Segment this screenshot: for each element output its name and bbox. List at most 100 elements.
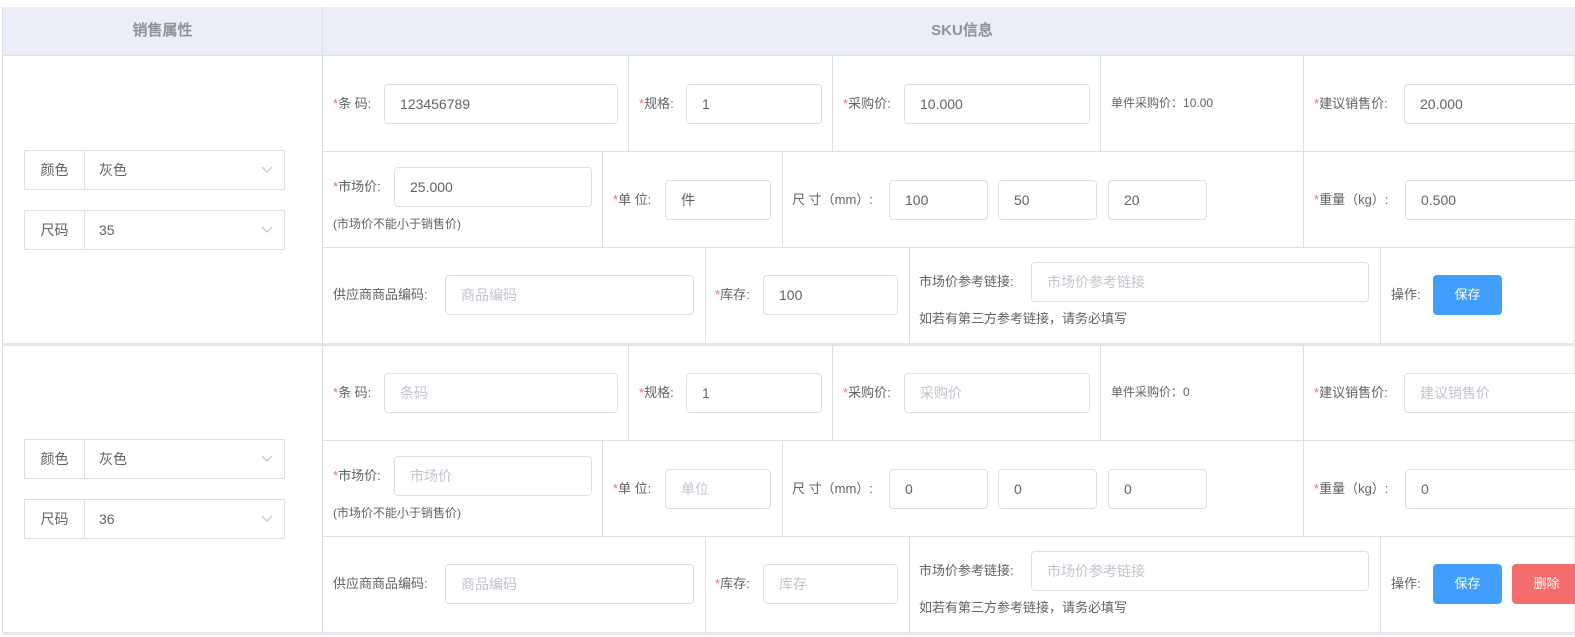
attr-value: 灰色	[99, 162, 127, 178]
weight-label: *重量（kg）:	[1314, 479, 1388, 499]
header-bottom-border	[3, 55, 1575, 56]
delete-button[interactable]: 删除	[1512, 564, 1575, 604]
market-price-input[interactable]: 25.000	[394, 167, 592, 207]
ops-label: 操作:	[1391, 285, 1421, 305]
market-price-note: (市场价不能小于销售价)	[333, 217, 461, 231]
cell-divider	[1303, 152, 1304, 247]
ref-link-note: 如若有第三方参考链接，请务必填写	[919, 600, 1128, 615]
suggested-price-label: *建议销售价:	[1314, 383, 1388, 403]
purchase-price-label: *采购价:	[843, 94, 891, 114]
chevron-down-icon	[260, 159, 274, 179]
stock-label: *库存:	[715, 285, 750, 305]
size-length-input[interactable]: 100	[889, 180, 988, 220]
suggested-price-input[interactable]: 20.000	[1404, 84, 1575, 124]
spec-label-text: 规格:	[644, 96, 674, 111]
header-sales-attrs-label: 销售属性	[132, 22, 193, 39]
weight-label-text: 重量（kg）:	[1319, 192, 1389, 207]
ref-link-input[interactable]: 市场价参考链接	[1031, 551, 1369, 591]
unit-purchase-price-label: 单件采购价：	[1111, 96, 1184, 110]
market-price-input[interactable]: 市场价	[394, 456, 592, 496]
unit-label-text: 单 位:	[618, 192, 652, 207]
barcode-label-text: 条 码:	[338, 96, 372, 111]
supplier-code-label: 供应商商品编码:	[333, 574, 428, 594]
attr-select-0[interactable]: 颜色 灰色	[24, 150, 285, 190]
barcode-input[interactable]: 条码	[384, 373, 618, 413]
row-divider	[322, 56, 323, 344]
size-length-input[interactable]: 0	[889, 469, 988, 509]
ops-label-text: 操作:	[1391, 287, 1421, 302]
supplier-code-label-text: 供应商商品编码:	[333, 576, 428, 591]
cell-divider	[628, 56, 629, 151]
row-bottom-border	[3, 343, 1575, 346]
barcode-input[interactable]: 123456789	[384, 84, 618, 124]
ref-link-note: 如若有第三方参考链接，请务必填写	[919, 311, 1128, 326]
cell-divider	[602, 152, 603, 247]
unit-input[interactable]: 件	[665, 180, 771, 220]
size-height-input[interactable]: 0	[1108, 469, 1207, 509]
cell-divider	[1303, 56, 1304, 151]
header-sales-attrs: 销售属性	[3, 7, 322, 55]
attr-select-0[interactable]: 颜色 灰色	[24, 439, 285, 479]
ops-label-text: 操作:	[1391, 576, 1421, 591]
cell-divider	[909, 248, 910, 344]
weight-input[interactable]: 0.500	[1405, 180, 1575, 220]
cell-divider	[705, 537, 706, 633]
unit-label: *单 位:	[613, 479, 651, 499]
purchase-price-label: *采购价:	[843, 383, 891, 403]
cell-divider	[1100, 345, 1101, 440]
purchase-price-input[interactable]: 采购价	[904, 373, 1090, 413]
size-label-text: 尺 寸（mm）:	[792, 481, 873, 496]
market-price-label-text: 市场价:	[338, 179, 381, 194]
ref-link-input[interactable]: 市场价参考链接	[1031, 262, 1369, 302]
spec-input[interactable]: 1	[686, 373, 822, 413]
unit-purchase-price-label: 单件采购价：	[1111, 385, 1184, 399]
supplier-code-input[interactable]: 商品编码	[445, 275, 694, 315]
spec-label-text: 规格:	[644, 385, 674, 400]
stock-label: *库存:	[715, 574, 750, 594]
stock-input[interactable]: 100	[763, 275, 898, 315]
stock-input[interactable]: 库存	[763, 564, 898, 604]
size-width-input[interactable]: 50	[998, 180, 1097, 220]
sub-row-border	[323, 247, 1575, 248]
attr-select-1[interactable]: 尺码 36	[24, 499, 285, 539]
header-sku-info-label: SKU信息	[931, 22, 993, 39]
header-sku-info: SKU信息	[323, 7, 1575, 55]
unit-label: *单 位:	[613, 190, 651, 210]
market-price-label: *市场价:	[333, 466, 381, 486]
suggested-price-label-text: 建议销售价:	[1319, 385, 1388, 400]
chevron-down-icon	[260, 508, 274, 528]
suggested-price-input[interactable]: 建议销售价	[1404, 373, 1575, 413]
cell-divider	[782, 152, 783, 247]
supplier-code-label-text: 供应商商品编码:	[333, 287, 428, 302]
size-height-input[interactable]: 20	[1108, 180, 1207, 220]
unit-purchase-price: 单件采购价：0	[1111, 382, 1190, 402]
cell-divider	[628, 345, 629, 440]
purchase-price-input[interactable]: 10.000	[904, 84, 1090, 124]
spec-input[interactable]: 1	[686, 84, 822, 124]
cell-divider	[832, 345, 833, 440]
barcode-label-text: 条 码:	[338, 385, 372, 400]
attr-name: 尺码	[25, 500, 85, 538]
supplier-code-input[interactable]: 商品编码	[445, 564, 694, 604]
save-button[interactable]: 保存	[1433, 564, 1502, 604]
spec-label: *规格:	[639, 383, 674, 403]
size-width-input[interactable]: 0	[998, 469, 1097, 509]
suggested-price-label: *建议销售价:	[1314, 94, 1388, 114]
ref-link-label: 市场价参考链接:	[919, 561, 1014, 581]
attr-value: 灰色	[99, 451, 127, 467]
row-bottom-border	[3, 632, 1575, 635]
barcode-label: *条 码:	[333, 383, 371, 403]
ref-link-label-text: 市场价参考链接:	[919, 563, 1014, 578]
market-price-note: (市场价不能小于销售价)	[333, 506, 461, 520]
attr-select-1[interactable]: 尺码 35	[24, 210, 285, 250]
barcode-label: *条 码:	[333, 94, 371, 114]
save-button[interactable]: 保存	[1433, 275, 1502, 315]
weight-label: *重量（kg）:	[1314, 190, 1388, 210]
stock-label-text: 库存:	[720, 576, 750, 591]
weight-input[interactable]: 0	[1405, 469, 1575, 509]
cell-divider	[1380, 537, 1381, 633]
size-label: 尺 寸（mm）:	[792, 479, 873, 499]
sub-row-border	[323, 151, 1575, 152]
unit-input[interactable]: 单位	[665, 469, 771, 509]
spec-label: *规格:	[639, 94, 674, 114]
